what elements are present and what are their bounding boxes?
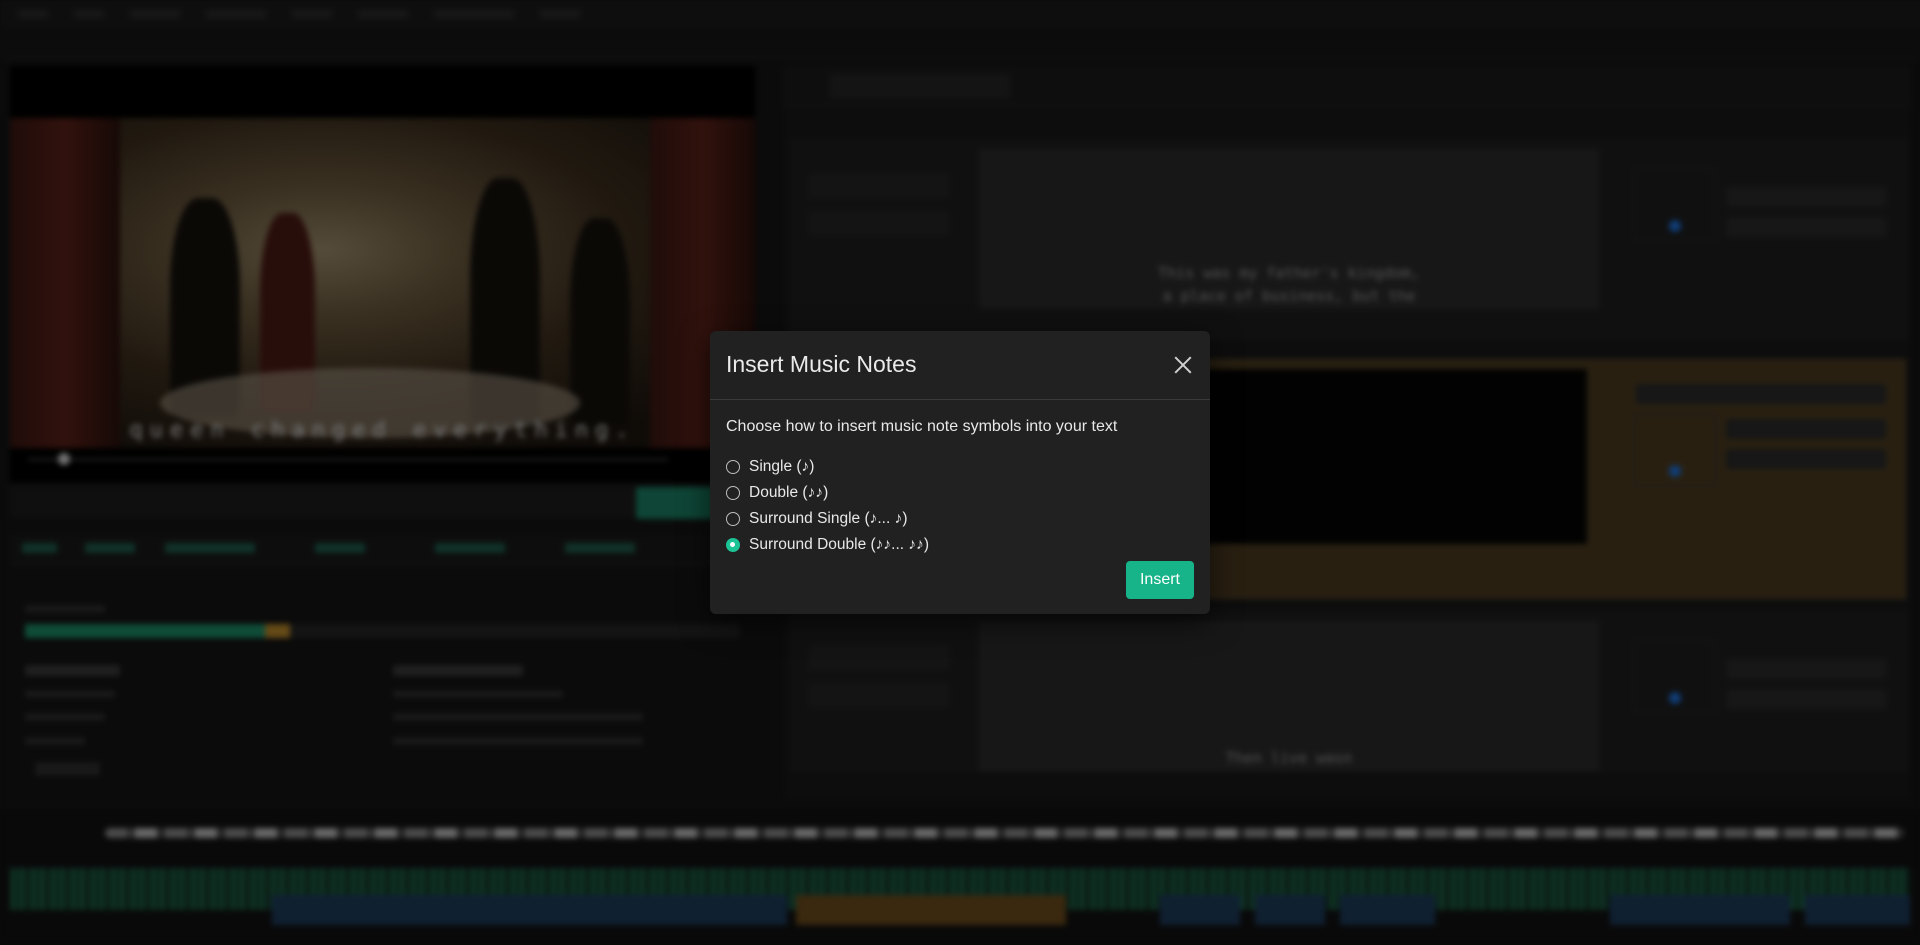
dialog-title: Insert Music Notes	[726, 351, 917, 377]
option-double-label: Double (♪♪)	[749, 484, 829, 501]
insert-button[interactable]: Insert	[1126, 561, 1194, 599]
dialog-description: Choose how to insert music note symbols …	[726, 418, 1118, 435]
music-note-options: Single (♪) Double (♪♪) Surround Single (…	[726, 454, 929, 558]
radio-surround-single[interactable]	[726, 512, 740, 526]
option-single[interactable]: Single (♪)	[726, 454, 929, 480]
insert-music-notes-dialog: Insert Music Notes Choose how to insert …	[710, 331, 1210, 614]
radio-surround-double[interactable]	[726, 538, 740, 552]
option-single-label: Single (♪)	[749, 458, 815, 475]
dialog-header: Insert Music Notes	[710, 331, 1210, 400]
option-double[interactable]: Double (♪♪)	[726, 480, 929, 506]
radio-double[interactable]	[726, 486, 740, 500]
option-surround-single[interactable]: Surround Single (♪... ♪)	[726, 506, 929, 532]
option-surround-double-label: Surround Double (♪♪... ♪♪)	[749, 536, 930, 553]
radio-single[interactable]	[726, 460, 740, 474]
option-surround-single-label: Surround Single (♪... ♪)	[749, 510, 908, 527]
close-icon[interactable]	[1170, 352, 1196, 378]
option-surround-double[interactable]: Surround Double (♪♪... ♪♪)	[726, 532, 929, 558]
